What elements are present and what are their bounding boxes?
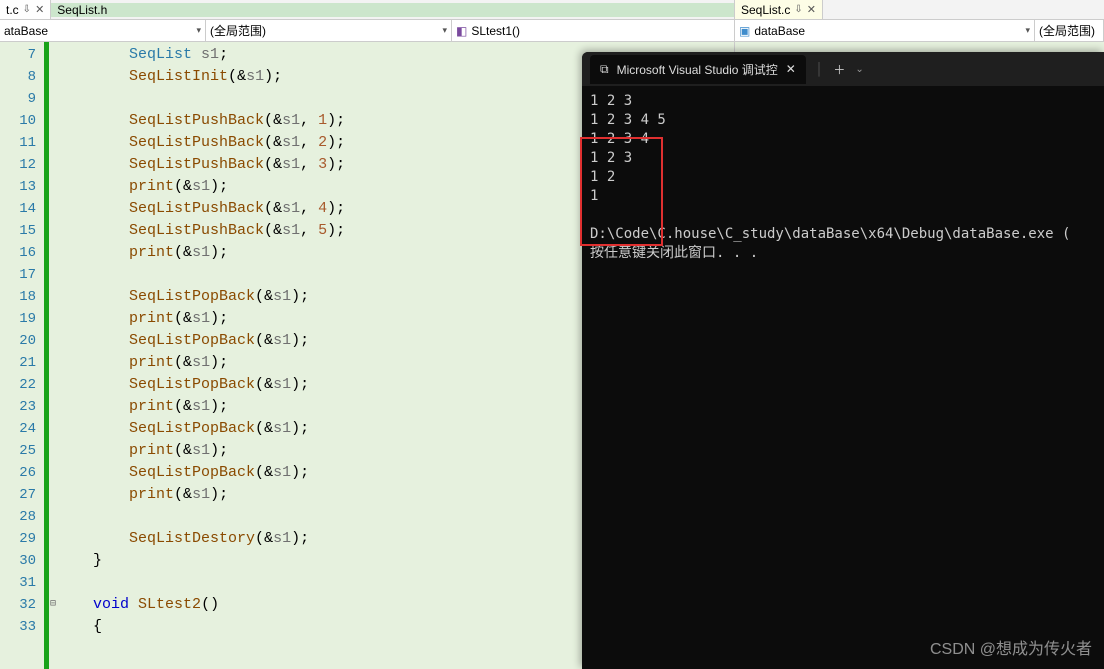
line-number: 10 bbox=[0, 110, 36, 132]
code-line[interactable]: print(&s1); bbox=[57, 484, 345, 506]
line-number: 30 bbox=[0, 550, 36, 572]
line-number: 15 bbox=[0, 220, 36, 242]
code-line[interactable]: print(&s1); bbox=[57, 440, 345, 462]
code-line[interactable] bbox=[57, 572, 345, 594]
line-number: 22 bbox=[0, 374, 36, 396]
code-line[interactable] bbox=[57, 264, 345, 286]
line-number: 32 bbox=[0, 594, 36, 616]
line-number: 11 bbox=[0, 132, 36, 154]
line-number: 19 bbox=[0, 308, 36, 330]
line-number: 17 bbox=[0, 264, 36, 286]
code-line[interactable]: ⊟ void SLtest2() bbox=[57, 594, 345, 616]
scope-label: (全局范围) bbox=[1039, 22, 1095, 39]
tab-label: SeqList.h bbox=[51, 3, 107, 17]
line-number: 14 bbox=[0, 198, 36, 220]
tab-label: t.c bbox=[6, 3, 19, 17]
code-line[interactable]: SeqListPushBack(&s1, 2); bbox=[57, 132, 345, 154]
project-icon: ▣ bbox=[739, 24, 750, 38]
code-line[interactable]: print(&s1); bbox=[57, 242, 345, 264]
chevron-down-icon[interactable]: ⌄ bbox=[855, 64, 863, 75]
scope-namespace[interactable]: (全局范围) ▾ bbox=[206, 20, 452, 41]
scope-project-right[interactable]: ▣ dataBase ▾ bbox=[735, 20, 1035, 41]
line-number: 16 bbox=[0, 242, 36, 264]
code-line[interactable]: SeqListPopBack(&s1); bbox=[57, 418, 345, 440]
tab-tc[interactable]: t.c ⇩ ✕ bbox=[0, 0, 51, 19]
scope-label: SLtest1() bbox=[471, 24, 520, 38]
code-line[interactable]: print(&s1); bbox=[57, 352, 345, 374]
line-number: 25 bbox=[0, 440, 36, 462]
scope-label: ataBase bbox=[4, 24, 48, 38]
line-number: 13 bbox=[0, 176, 36, 198]
terminal-title: Microsoft Visual Studio 调试控 bbox=[617, 61, 778, 78]
line-number: 23 bbox=[0, 396, 36, 418]
line-number: 24 bbox=[0, 418, 36, 440]
code-line[interactable]: SeqListPushBack(&s1, 4); bbox=[57, 198, 345, 220]
chevron-down-icon: ▾ bbox=[196, 25, 201, 36]
terminal-tab[interactable]: ⧉ Microsoft Visual Studio 调试控 ✕ bbox=[590, 55, 806, 84]
code-line[interactable]: SeqListPopBack(&s1); bbox=[57, 374, 345, 396]
line-number: 28 bbox=[0, 506, 36, 528]
pin-icon[interactable]: ⇩ bbox=[23, 4, 31, 15]
line-number: 20 bbox=[0, 330, 36, 352]
line-number: 26 bbox=[0, 462, 36, 484]
tab-seqlist-c[interactable]: SeqList.c ⇩ ✕ bbox=[735, 0, 823, 19]
code-line[interactable]: print(&s1); bbox=[57, 176, 345, 198]
code-line[interactable]: print(&s1); bbox=[57, 308, 345, 330]
code-line[interactable]: SeqList s1; bbox=[57, 44, 345, 66]
close-icon[interactable]: ✕ bbox=[807, 3, 816, 16]
method-icon: ◧ bbox=[456, 24, 467, 38]
code-line[interactable]: SeqListPopBack(&s1); bbox=[57, 330, 345, 352]
close-icon[interactable]: ✕ bbox=[35, 3, 44, 16]
new-tab-icon[interactable]: ＋ bbox=[833, 61, 845, 78]
chevron-down-icon: ▾ bbox=[1025, 25, 1030, 36]
line-number: 8 bbox=[0, 66, 36, 88]
code-line[interactable] bbox=[57, 88, 345, 110]
line-number: 7 bbox=[0, 44, 36, 66]
code-line[interactable]: SeqListInit(&s1); bbox=[57, 66, 345, 88]
code-line[interactable]: { bbox=[57, 616, 345, 638]
code-line[interactable] bbox=[57, 506, 345, 528]
line-number: 9 bbox=[0, 88, 36, 110]
scope-label: (全局范围) bbox=[210, 22, 266, 39]
code-area[interactable]: SeqList s1; SeqListInit(&s1); SeqListPus… bbox=[49, 42, 345, 669]
right-tab-bar: SeqList.c ⇩ ✕ bbox=[735, 0, 1104, 20]
pin-icon[interactable]: ⇩ bbox=[794, 4, 802, 15]
scope-right2[interactable]: (全局范围) bbox=[1035, 20, 1104, 41]
code-line[interactable]: } bbox=[57, 550, 345, 572]
terminal-output[interactable]: 1 2 3 1 2 3 4 5 1 2 3 4 1 2 3 1 2 1 D:\C… bbox=[582, 86, 1104, 269]
code-line[interactable]: SeqListPopBack(&s1); bbox=[57, 286, 345, 308]
line-number: 31 bbox=[0, 572, 36, 594]
line-number: 29 bbox=[0, 528, 36, 550]
code-line[interactable]: SeqListPushBack(&s1, 3); bbox=[57, 154, 345, 176]
line-number: 33 bbox=[0, 616, 36, 638]
line-number: 12 bbox=[0, 154, 36, 176]
right-scope-row: ▣ dataBase ▾ (全局范围) bbox=[735, 20, 1104, 42]
code-line[interactable]: SeqListPushBack(&s1, 1); bbox=[57, 110, 345, 132]
line-gutter: 7891011121314151617181920212223242526272… bbox=[0, 42, 44, 669]
tab-label: SeqList.c bbox=[741, 3, 790, 17]
code-line[interactable]: SeqListDestory(&s1); bbox=[57, 528, 345, 550]
chevron-down-icon: ▾ bbox=[442, 25, 447, 36]
close-icon[interactable]: ✕ bbox=[786, 62, 796, 76]
line-number: 27 bbox=[0, 484, 36, 506]
code-line[interactable]: SeqListPopBack(&s1); bbox=[57, 462, 345, 484]
line-number: 18 bbox=[0, 286, 36, 308]
code-line[interactable]: print(&s1); bbox=[57, 396, 345, 418]
terminal-icon: ⧉ bbox=[600, 62, 609, 77]
terminal-window: ⧉ Microsoft Visual Studio 调试控 ✕ │ ＋ ⌄ 1 … bbox=[582, 52, 1104, 669]
fold-icon[interactable]: ⊟ bbox=[50, 594, 56, 616]
line-number: 21 bbox=[0, 352, 36, 374]
code-line[interactable]: SeqListPushBack(&s1, 5); bbox=[57, 220, 345, 242]
scope-label: dataBase bbox=[754, 24, 805, 38]
terminal-titlebar[interactable]: ⧉ Microsoft Visual Studio 调试控 ✕ │ ＋ ⌄ bbox=[582, 52, 1104, 86]
scope-project[interactable]: ataBase ▾ bbox=[0, 20, 206, 41]
